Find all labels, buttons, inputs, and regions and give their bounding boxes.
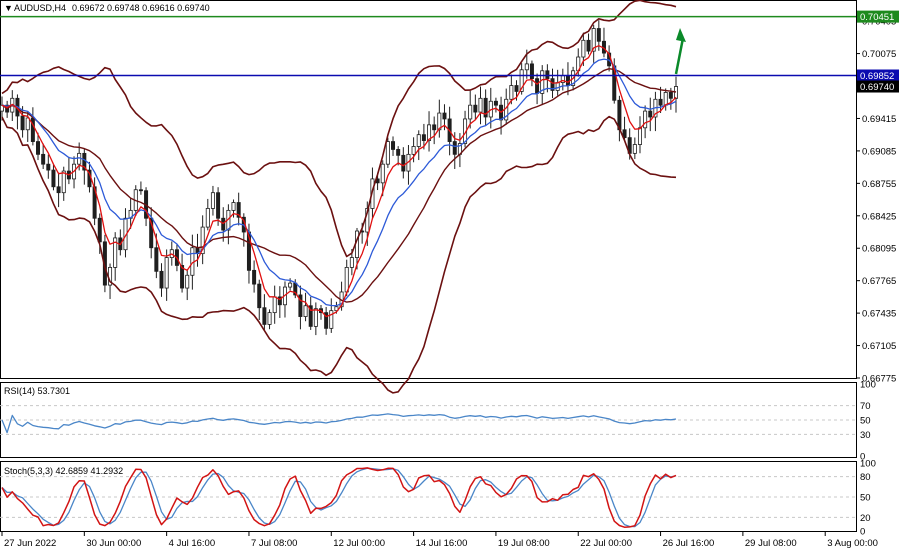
candle-body (391, 141, 396, 150)
candle-body (267, 312, 272, 325)
y-tick-label: 0.70075 (862, 49, 896, 60)
candle-body (97, 217, 102, 243)
x-tick-label: 27 Jun 2022 (4, 538, 56, 549)
candle-body (20, 115, 25, 131)
candle-body (581, 39, 586, 58)
rsi-tick-label: 70 (860, 401, 871, 412)
x-tick-label: 30 Jun 00:00 (86, 538, 141, 549)
x-tick-label: 19 Jul 08:00 (498, 538, 550, 549)
candle-body (41, 153, 46, 165)
candle-body (416, 134, 421, 147)
candle-body (668, 92, 673, 99)
resistance-price-label: 0.70451 (860, 12, 894, 23)
symbol-title: AUDUSD,H4 (14, 3, 66, 13)
y-tick-label: 0.68095 (862, 244, 896, 255)
y-tick-label: 0.69415 (862, 114, 896, 125)
candle-body (663, 92, 668, 106)
candle-body (185, 274, 190, 289)
x-tick-label: 7 Jul 08:00 (251, 538, 297, 549)
current-price-label: 0.69740 (860, 82, 894, 93)
candle-body (432, 124, 437, 131)
y-tick-label: 0.67765 (862, 276, 896, 287)
candle-body (411, 146, 416, 155)
x-tick-label: 14 Jul 16:00 (416, 538, 468, 549)
candle-body (478, 97, 483, 113)
candle-body (257, 283, 262, 309)
y-tick-label: 0.67105 (862, 341, 896, 352)
candle-body (205, 208, 210, 228)
candle-body (555, 82, 560, 91)
candle-body (643, 110, 648, 129)
candle-body (596, 28, 601, 42)
rsi-tick-label: 100 (860, 380, 876, 391)
chart-menu-icon[interactable]: ▼ (4, 3, 13, 13)
candle-body (509, 85, 514, 100)
candle-body (210, 192, 215, 209)
candle-body (313, 308, 318, 327)
candle-body (46, 163, 51, 171)
candle-body (586, 39, 591, 52)
x-tick-label: 22 Jul 00:00 (580, 538, 632, 549)
y-tick-label: 0.68425 (862, 211, 896, 222)
candle-body (252, 269, 257, 285)
stoch-tick-label: 80 (860, 472, 871, 483)
stoch-tick-label: 100 (860, 459, 876, 470)
candle-body (401, 154, 406, 172)
candle-body (493, 100, 498, 106)
rsi-tick-label: 50 (860, 416, 871, 427)
candle-body (159, 270, 164, 289)
candle-body (154, 247, 159, 272)
candle-body (632, 144, 637, 154)
stoch-tick-label: 50 (860, 493, 871, 504)
x-tick-label: 4 Jul 16:00 (169, 538, 215, 549)
candle-body (637, 127, 642, 145)
candle-body (216, 192, 221, 219)
support-price-label: 0.69852 (860, 71, 894, 82)
rsi-tick-label: 30 (860, 430, 871, 441)
rsi-title: RSI(14) 53.7301 (4, 386, 70, 396)
candle-body (56, 186, 61, 194)
candle-body (535, 78, 540, 94)
candle-body (396, 149, 401, 156)
candle-body (272, 296, 277, 314)
candle-body (514, 85, 519, 92)
candle-body (648, 110, 653, 118)
x-tick-label: 29 Jul 08:00 (745, 538, 797, 549)
candle-body (421, 134, 426, 141)
ohlc-readout: 0.69672 0.69748 0.69616 0.69740 (72, 3, 210, 13)
stoch-tick-label: 0 (860, 527, 865, 538)
candle-body (36, 141, 41, 155)
candle-body (658, 98, 663, 106)
x-tick-label: 26 Jul 16:00 (663, 538, 715, 549)
stoch-tick-label: 20 (860, 513, 871, 524)
candle-body (524, 63, 529, 71)
price-panel[interactable] (0, 0, 857, 379)
candle-body (468, 104, 473, 120)
candle-body (262, 307, 267, 325)
candle-body (529, 63, 534, 80)
chart-canvas[interactable]: 0.704050.700750.697450.694150.690850.687… (0, 0, 900, 554)
candle-body (288, 282, 293, 288)
candle-body (380, 163, 385, 184)
candle-body (51, 169, 56, 188)
x-tick-label: 3 Aug 00:00 (827, 538, 878, 549)
candle-body (473, 104, 478, 113)
stoch-title: Stoch(5,3,3) 42.6859 41.2932 (4, 466, 123, 476)
x-tick-label: 12 Jul 00:00 (333, 538, 385, 549)
candle-body (349, 257, 354, 268)
y-tick-label: 0.68755 (862, 179, 896, 190)
candle-body (344, 267, 349, 293)
candle-body (231, 202, 236, 211)
candle-body (61, 170, 66, 194)
y-tick-label: 0.69085 (862, 146, 896, 157)
candle-body (442, 112, 447, 120)
candle-body (30, 117, 35, 142)
y-tick-label: 0.67435 (862, 309, 896, 320)
candle-body (452, 141, 457, 155)
candle-body (138, 189, 143, 192)
candle-body (164, 257, 169, 289)
candle-body (385, 141, 390, 165)
candle-body (25, 117, 30, 131)
candle-body (303, 305, 308, 317)
